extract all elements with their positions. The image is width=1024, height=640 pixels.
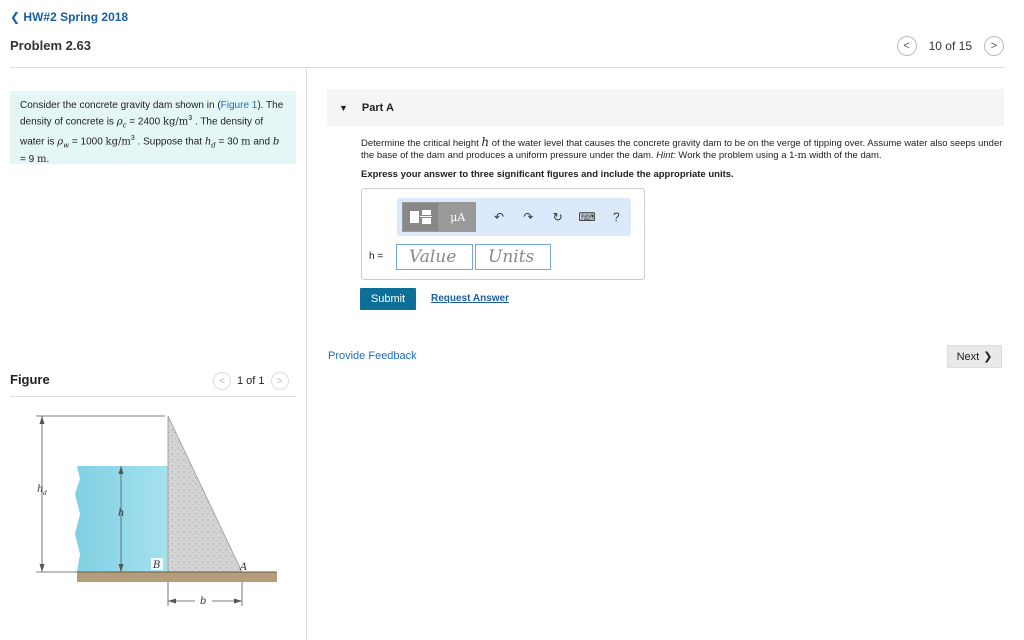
intro-text: . Suppose that (134, 136, 205, 148)
ground (77, 572, 277, 582)
b-label: b (200, 596, 206, 607)
question-unit-m: m (797, 150, 807, 161)
question-text: Determine the critical height (361, 138, 482, 149)
intro-text: and (250, 136, 273, 148)
prev-figure-button[interactable]: < (213, 372, 231, 390)
intro-text: = 9 (20, 153, 37, 165)
unit-kg-m3: kg/m (162, 116, 189, 128)
chevron-left-icon: ❮ (10, 10, 21, 24)
hint-label: Hint: (656, 150, 676, 161)
redo-icon[interactable]: ↷ (514, 210, 543, 224)
intro-text: = 1000 (69, 136, 106, 148)
next-problem-button[interactable]: > (984, 36, 1004, 56)
units-input[interactable]: Units (475, 244, 551, 270)
chevron-right-icon: > (990, 40, 998, 52)
caret-down-icon: ▼ (339, 102, 348, 113)
b-symbol: b (272, 136, 280, 148)
keyboard-icon[interactable]: ⌨ (572, 210, 601, 224)
value-input[interactable]: Value (396, 244, 473, 270)
question-text: width of the dam. (806, 150, 882, 161)
unit-kg-m3: kg/m (105, 136, 131, 148)
chevron-left-icon: < (903, 40, 910, 52)
units-button-label: μA (450, 210, 466, 224)
figure-pager: < 1 of 1 > (213, 372, 289, 390)
math-toolbar: μA ↶ ↷ ↻ ⌨ ? (397, 198, 631, 236)
back-link[interactable]: ❮ HW#2 Spring 2018 (10, 10, 128, 24)
point-b-label: B (152, 560, 160, 571)
figure-link[interactable]: Figure 1 (221, 100, 258, 111)
answer-label: h = (369, 251, 384, 262)
chevron-right-icon: > (276, 375, 283, 387)
next-button[interactable]: Next ❯ (947, 345, 1002, 368)
prev-problem-button[interactable]: < (896, 36, 917, 56)
request-answer-link[interactable]: Request Answer (431, 293, 509, 304)
column-divider (306, 68, 307, 640)
back-link-label: HW#2 Spring 2018 (23, 10, 129, 24)
h-label: h (118, 508, 124, 519)
help-icon[interactable]: ? (602, 210, 631, 224)
units-button[interactable]: μA (439, 202, 477, 232)
next-button-label: Next (956, 350, 980, 363)
question-h-symbol: h (481, 135, 490, 149)
provide-feedback-link[interactable]: Provide Feedback (328, 350, 417, 362)
next-figure-button[interactable]: > (270, 372, 289, 390)
chevron-right-icon: ❯ (983, 351, 993, 363)
problem-title: Problem 2.63 (10, 38, 91, 53)
question-text: Work the problem using a 1- (675, 150, 798, 161)
problem-intro: Consider the concrete gravity dam shown … (10, 91, 296, 165)
undo-icon[interactable]: ↶ (484, 210, 513, 224)
unit-m: m (241, 136, 251, 148)
reset-icon[interactable]: ↻ (543, 210, 572, 224)
point-a-label: A (239, 562, 247, 573)
dam-figure: h d h B A b (36, 415, 277, 607)
figure-title: Figure (10, 372, 50, 387)
header-divider (10, 67, 1004, 68)
part-a-question: Determine the critical height h of the w… (361, 136, 1006, 162)
part-a-label: Part A (361, 101, 394, 114)
intro-text: . (46, 153, 50, 165)
answer-instructions: Express your answer to three significant… (361, 169, 734, 180)
intro-text: = 30 (215, 136, 242, 148)
figure-divider (10, 396, 296, 397)
problem-pager-text: 10 of 15 (928, 39, 972, 53)
problem-pager: < 10 of 15 > (896, 36, 1004, 56)
hd-sub-label: d (43, 490, 47, 497)
chevron-left-icon: < (219, 375, 225, 387)
part-a-header[interactable]: ▼ Part A (327, 89, 1004, 126)
water-body (75, 466, 168, 572)
template-icon (409, 210, 432, 224)
template-button[interactable] (402, 202, 440, 232)
dam-body (167, 415, 243, 573)
intro-text: = 2400 (126, 116, 163, 128)
figure-pager-text: 1 of 1 (237, 375, 265, 387)
submit-button[interactable]: Submit (360, 288, 416, 310)
intro-text: Consider the concrete gravity dam shown … (20, 100, 221, 111)
